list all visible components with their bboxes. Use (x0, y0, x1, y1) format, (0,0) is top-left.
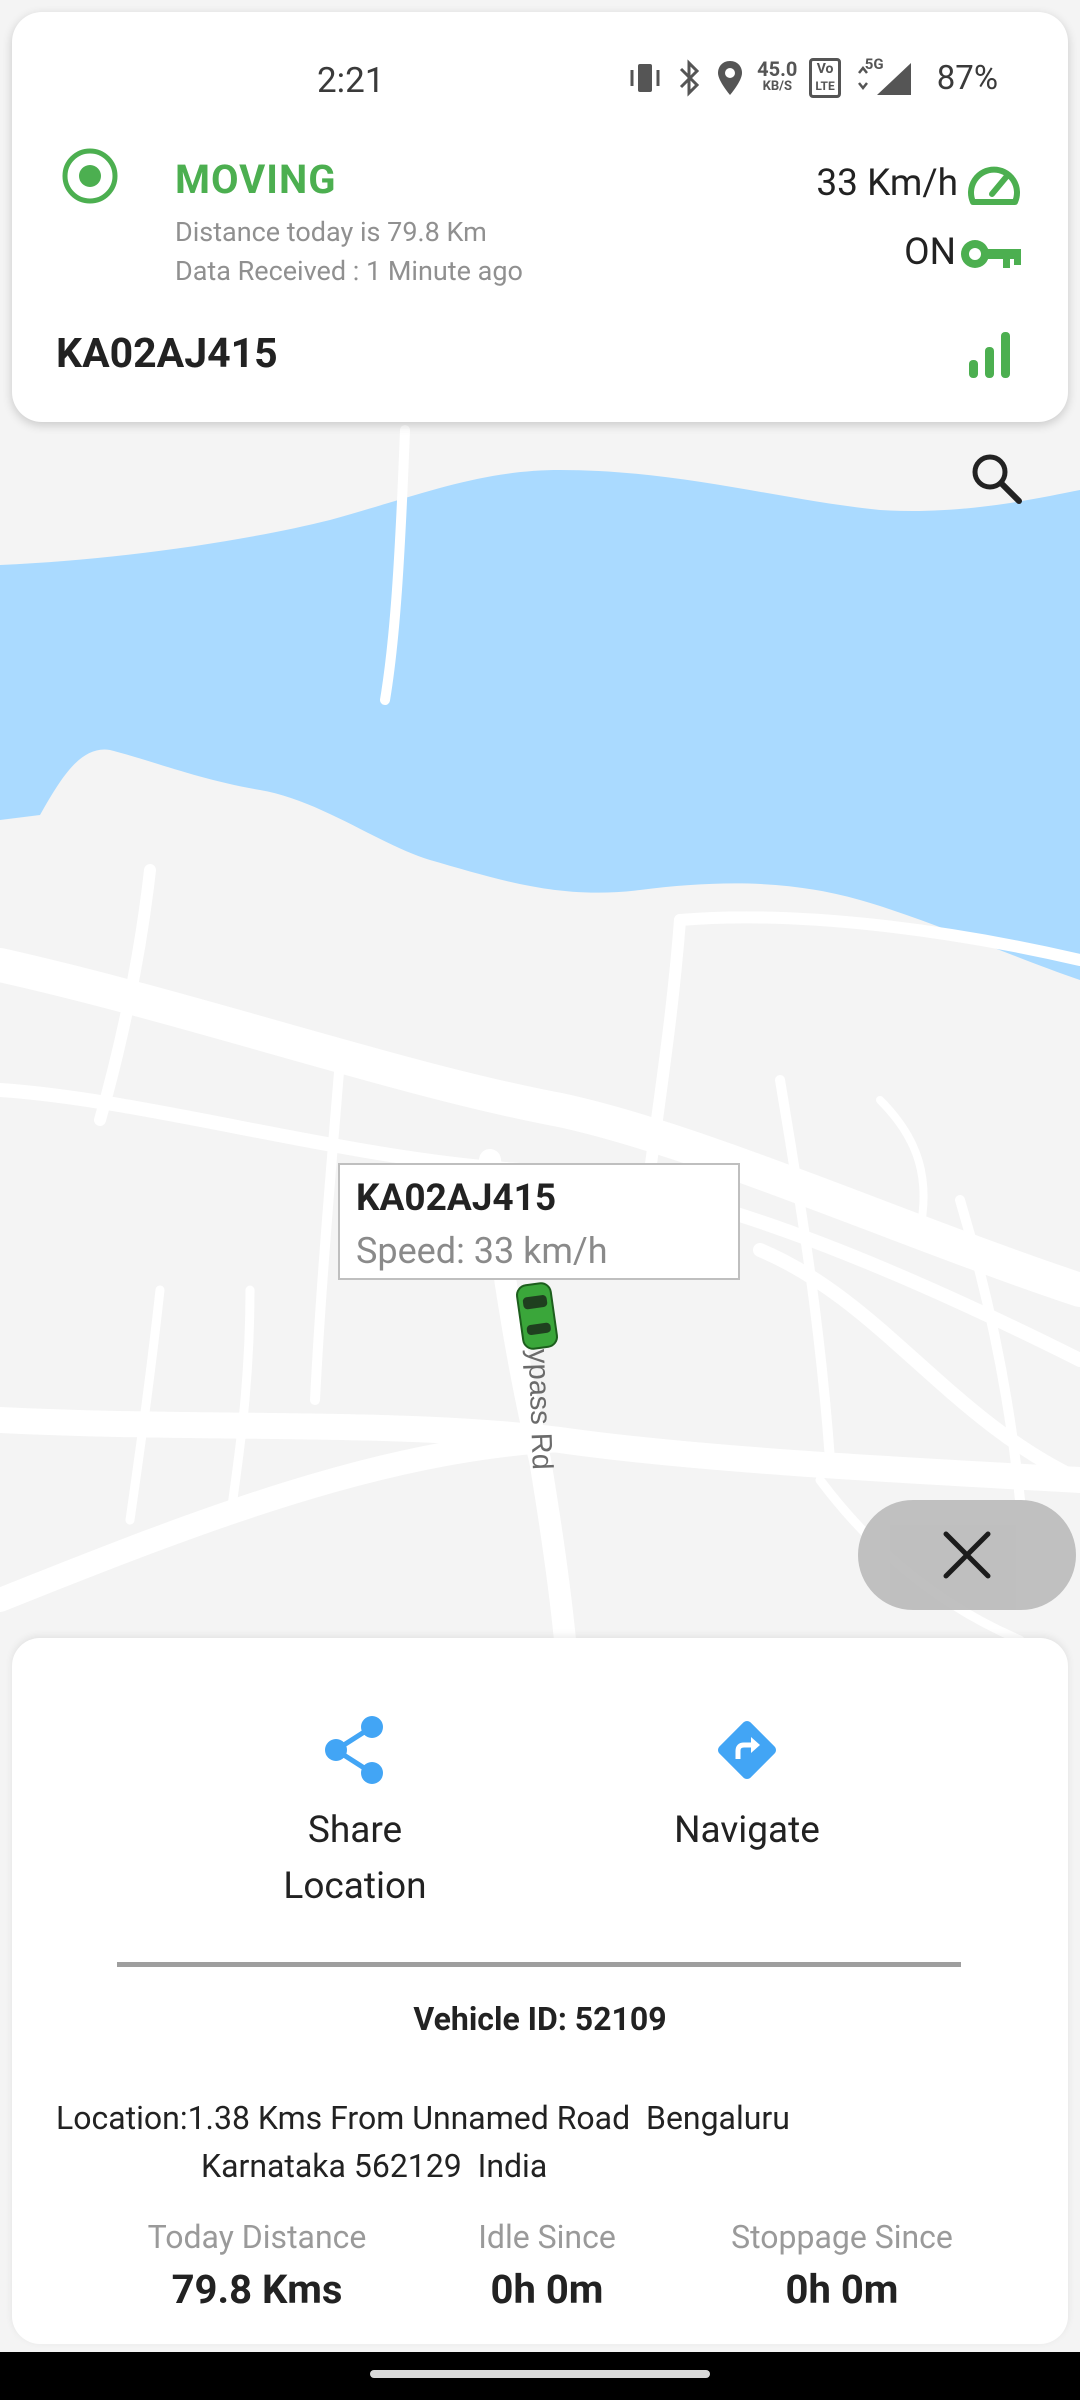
vehicle-plate: KA02AJ415 (56, 330, 278, 378)
stat-stoppage-since: Stoppage Since 0h 0m (692, 2218, 992, 2313)
data-received-text: Data Received : 1 Minute ago (175, 255, 523, 287)
system-status-bar: 2:21 45.0 KB/S Vo LTE 5G 87% (12, 12, 1068, 132)
search-icon[interactable] (966, 448, 1026, 508)
location-line2: Karnataka 562129 India (201, 2147, 548, 2185)
close-button[interactable] (858, 1500, 1076, 1610)
vehicle-details-sheet: Share Location Navigate Vehicle ID: 5210… (12, 1638, 1068, 2344)
stat-today-distance: Today Distance 79.8 Kms (122, 2218, 392, 2313)
sheet-divider (117, 1962, 961, 1967)
battery-level: 87% (936, 58, 998, 98)
stat-label: Stoppage Since (731, 2218, 953, 2256)
stat-value: 0h 0m (785, 2266, 899, 2313)
vibrate-icon (630, 64, 660, 92)
marker-title: KA02AJ415 (356, 1177, 557, 1220)
location-icon (718, 61, 743, 95)
status-time: 2:21 (317, 60, 385, 101)
share-icon (325, 1716, 383, 1784)
ignition-status: ON (904, 231, 956, 274)
vehicle-stats: Today Distance 79.8 Kms Idle Since 0h 0m… (12, 2218, 1068, 2338)
speedometer-icon (968, 166, 1020, 205)
navigate-icon (717, 1720, 777, 1780)
network-speed: 45.0 KB/S (757, 57, 798, 94)
stat-idle-since: Idle Since 0h 0m (437, 2218, 657, 2313)
share-label-line2: Location (283, 1865, 427, 1908)
volte-icon: Vo LTE (809, 58, 841, 98)
stat-label: Idle Since (478, 2218, 616, 2256)
network-type: 5G (853, 55, 913, 97)
car-marker-icon[interactable] (512, 1280, 562, 1352)
location-line1: Location:1.38 Kms From Unnamed Road Beng… (56, 2099, 790, 2137)
status-icons: 45.0 KB/S Vo LTE 5G 87% (627, 55, 998, 98)
marker-info-window[interactable]: KA02AJ415 Speed: 33 km/h (338, 1163, 740, 1280)
moving-status-icon (62, 148, 118, 204)
ignition-key-icon (961, 240, 1021, 268)
vehicle-state: MOVING (175, 156, 337, 203)
stat-label: Today Distance (147, 2218, 367, 2256)
signal-strength-icon (969, 332, 1010, 378)
navigate-label: Navigate (674, 1809, 820, 1852)
distance-today-text: Distance today is 79.8 Km (175, 216, 487, 248)
location-text: Location:1.38 Kms From Unnamed Road Beng… (56, 2094, 1016, 2190)
vehicle-status-card: 2:21 45.0 KB/S Vo LTE 5G 87% MOVING Distan… (12, 12, 1068, 422)
share-location-button[interactable]: Share Location (230, 1713, 480, 1915)
navigate-button[interactable]: Navigate (612, 1713, 882, 1859)
stat-value: 0h 0m (490, 2266, 604, 2313)
marker-speed: Speed: 33 km/h (356, 1230, 608, 1272)
home-gesture-handle[interactable] (370, 2370, 710, 2378)
stat-value: 79.8 Kms (171, 2266, 343, 2313)
speed-value: 33 Km/h (816, 162, 958, 205)
vehicle-id: Vehicle ID: 52109 (413, 2000, 667, 2038)
share-label-line1: Share (307, 1809, 403, 1852)
close-icon (943, 1531, 991, 1579)
bluetooth-icon (680, 59, 700, 97)
